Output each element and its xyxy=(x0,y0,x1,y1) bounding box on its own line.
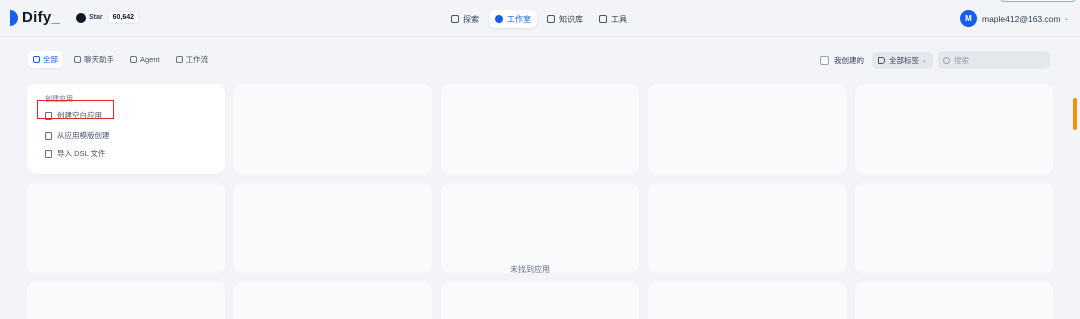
github-star-label: Star xyxy=(89,14,103,21)
search-placeholder: 搜索 xyxy=(954,55,970,65)
tab-all[interactable]: 全部 xyxy=(28,51,63,68)
tag-filter-dropdown[interactable]: 全部标签 ⌄ xyxy=(872,51,934,69)
tab-agent-label: Agent xyxy=(140,55,160,64)
my-created-checkbox[interactable] xyxy=(820,55,829,65)
logo-icon xyxy=(10,9,18,26)
my-created-filter[interactable]: 我创建的 xyxy=(820,55,864,66)
logo-text: Dify_ xyxy=(22,9,61,26)
robot-icon xyxy=(495,15,503,23)
chevron-down-icon: ⌄ xyxy=(1063,16,1069,22)
nav-tools[interactable]: 工具 xyxy=(593,10,633,28)
tab-all-label: 全部 xyxy=(43,55,58,64)
app-card-placeholder xyxy=(648,282,846,319)
my-created-label: 我创建的 xyxy=(834,55,864,65)
app-card-placeholder xyxy=(855,84,1053,174)
nav-studio-label: 工作室 xyxy=(507,14,531,24)
app-card-placeholder xyxy=(234,183,432,273)
search-icon xyxy=(943,56,951,64)
right-filters: 我创建的 全部标签 ⌄ 搜索 xyxy=(820,51,1051,69)
create-from-template-label: 从应用模版创建 xyxy=(57,131,110,140)
import-icon xyxy=(45,149,52,158)
app-card-placeholder xyxy=(27,282,225,319)
chevron-down-icon: ⌄ xyxy=(922,57,928,64)
book-icon xyxy=(547,15,555,23)
template-icon xyxy=(45,131,52,140)
tag-filter-label: 全部标签 xyxy=(889,55,919,65)
tab-agent[interactable]: Agent xyxy=(125,51,165,68)
header-divider xyxy=(0,36,1080,37)
chat-icon xyxy=(74,56,81,63)
github-star-count: 60,642 xyxy=(107,11,140,24)
nav-explore[interactable]: 探索 xyxy=(445,10,485,28)
create-from-template-button[interactable]: 从应用模版创建 xyxy=(45,130,110,141)
main-nav: 探索 工作室 知识库 工具 xyxy=(445,10,637,28)
tab-chat-label: 聊天助手 xyxy=(84,55,114,64)
app-card-placeholder xyxy=(648,183,846,273)
github-icon xyxy=(76,12,86,23)
hammer-icon xyxy=(599,15,607,23)
tab-workflow[interactable]: 工作流 xyxy=(171,51,214,68)
import-dsl-label: 导入 DSL 文件 xyxy=(57,149,106,158)
app-card-placeholder xyxy=(855,183,1053,273)
app-card-placeholder xyxy=(27,183,225,273)
app-card-placeholder xyxy=(234,84,432,174)
grid-icon xyxy=(33,56,40,63)
app-card-placeholder xyxy=(855,282,1053,319)
app-type-tabs: 全部 聊天助手 Agent 工作流 xyxy=(28,51,219,68)
tag-icon xyxy=(878,56,885,64)
logo[interactable]: Dify_ xyxy=(10,9,60,26)
tab-chat-assistant[interactable]: 聊天助手 xyxy=(69,51,119,68)
github-star-button[interactable]: Star 60,642 xyxy=(76,11,140,24)
empty-state-text: 未找到应用 xyxy=(510,265,550,274)
nav-explore-label: 探索 xyxy=(463,14,479,24)
tab-workflow-label: 工作流 xyxy=(185,55,209,64)
create-app-card: 创建应用 创建空白应用 从应用模版创建 导入 DSL 文件 xyxy=(27,84,225,174)
avatar: M xyxy=(960,10,977,27)
top-navbar: Dify_ Star 60,642 探索 工作室 知识库 工具 M maple4… xyxy=(0,0,1080,36)
annotation-highlight-box xyxy=(37,100,114,119)
nav-knowledge[interactable]: 知识库 xyxy=(541,10,589,28)
workflow-icon xyxy=(175,56,183,63)
corner-button[interactable] xyxy=(1000,0,1076,2)
user-email: maple412@163.com xyxy=(982,13,1061,24)
nav-knowledge-label: 知识库 xyxy=(559,14,583,24)
import-dsl-button[interactable]: 导入 DSL 文件 xyxy=(45,148,105,159)
app-card-placeholder xyxy=(441,183,639,273)
user-menu[interactable]: M maple412@163.com ⌄ xyxy=(960,10,1069,27)
scrollbar-thumb[interactable] xyxy=(1073,98,1077,130)
nav-studio[interactable]: 工作室 xyxy=(489,10,537,28)
app-card-placeholder xyxy=(648,84,846,174)
app-card-placeholder xyxy=(441,282,639,319)
search-input[interactable]: 搜索 xyxy=(938,51,1051,69)
nav-tools-label: 工具 xyxy=(611,14,627,24)
app-card-placeholder xyxy=(441,84,639,174)
app-card-placeholder xyxy=(234,282,432,319)
compass-icon xyxy=(451,15,459,23)
agent-icon xyxy=(130,56,137,63)
